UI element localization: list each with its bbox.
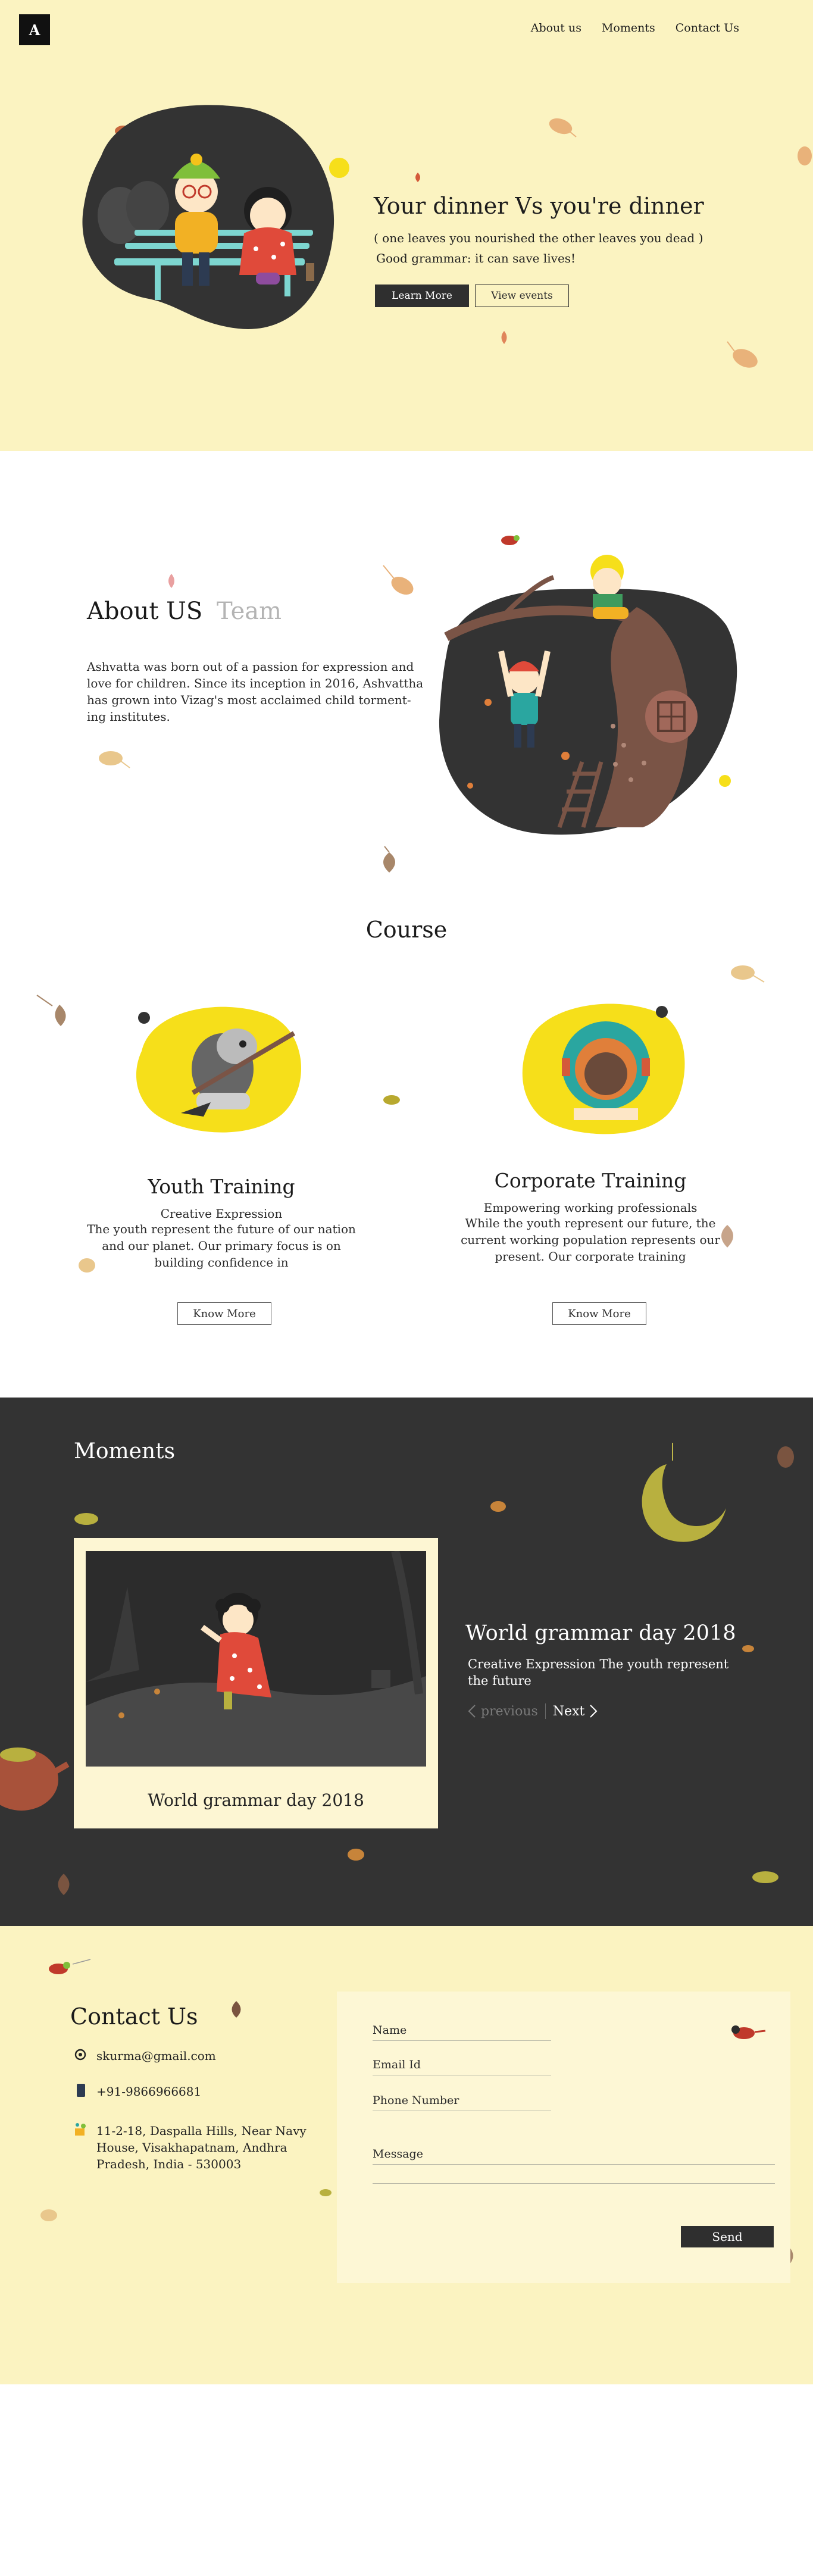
leaf-decoration bbox=[348, 1849, 364, 1861]
moment-card[interactable]: World grammar day 2018 bbox=[74, 1538, 438, 1828]
leaf-decoration bbox=[99, 751, 130, 768]
hero-subtitle: ( one leaves you nourished the other lea… bbox=[374, 231, 703, 245]
nav-about[interactable]: About us bbox=[531, 21, 581, 35]
message-field-line bbox=[373, 2183, 775, 2184]
leaf-decoration bbox=[168, 574, 174, 588]
leaf-decoration bbox=[731, 965, 765, 983]
leaf-decoration bbox=[727, 341, 758, 368]
course-card-title: Youth Training bbox=[148, 1175, 295, 1198]
leaf-decoration bbox=[742, 1645, 754, 1652]
moment-headline: World grammar day 2018 bbox=[465, 1621, 736, 1645]
leaf-decoration bbox=[752, 1871, 778, 1883]
at-icon bbox=[74, 2047, 87, 2062]
bird-decoration bbox=[731, 2025, 766, 2039]
course-card-subtitle: Creative Expression bbox=[160, 1206, 283, 1221]
location-icon bbox=[74, 2122, 87, 2137]
course-card-youth: Youth Training Creative Expression The y… bbox=[87, 1175, 356, 1271]
contact-email[interactable]: skurma@gmail.com bbox=[96, 2047, 216, 2064]
contact-section: Contact Us skurma@gmail.com +91-98669666… bbox=[0, 1926, 813, 2384]
about-illustration bbox=[439, 555, 737, 835]
moment-description: Creative Expression The youth represent … bbox=[468, 1657, 729, 1688]
contact-email-row: skurma@gmail.com bbox=[74, 2047, 216, 2064]
know-more-button-corporate[interactable]: Know More bbox=[552, 1302, 646, 1325]
teapot-decoration bbox=[0, 1747, 70, 1811]
main-nav: About us Moments Contact Us bbox=[531, 21, 739, 35]
bird-decoration bbox=[49, 1959, 91, 1974]
phone-field[interactable]: Phone Number bbox=[373, 2094, 551, 2111]
next-label: Next bbox=[552, 1703, 585, 1719]
hero-illustration bbox=[82, 105, 334, 329]
hero-section: A About us Moments Contact Us Your dinne… bbox=[0, 0, 813, 451]
message-field[interactable]: Message bbox=[373, 2147, 775, 2165]
leaf-decoration bbox=[40, 2209, 57, 2221]
leaf-decoration bbox=[58, 1874, 70, 1895]
previous-label: previous bbox=[481, 1703, 538, 1719]
moment-pagination: previous Next bbox=[468, 1703, 598, 1719]
leaf-decoration bbox=[383, 1095, 400, 1105]
contact-phone-row: +91-9866966681 bbox=[74, 2083, 201, 2100]
team-tab[interactable]: Team bbox=[217, 598, 282, 625]
leaf-decoration bbox=[232, 2001, 241, 2018]
nav-contact[interactable]: Contact Us bbox=[676, 21, 739, 35]
view-events-button[interactable]: View events bbox=[475, 285, 569, 307]
contact-address-row: 11-2-18, Daspalla Hills, Near Navy House… bbox=[74, 2122, 312, 2172]
course-title: Course bbox=[365, 917, 448, 943]
moment-caption: World grammar day 2018 bbox=[148, 1790, 364, 1810]
moments-title: Moments bbox=[74, 1439, 176, 1464]
hero-tagline: Good grammar: it can save lives! bbox=[376, 251, 576, 265]
corporate-training-illustration bbox=[522, 1003, 685, 1134]
name-field[interactable]: Name bbox=[373, 2024, 551, 2041]
hero-title: Your dinner Vs you're dinner bbox=[374, 193, 704, 219]
moment-image bbox=[86, 1551, 426, 1767]
about-heading[interactable]: About US bbox=[87, 598, 202, 625]
leaf-decoration bbox=[490, 1501, 506, 1512]
course-card-title: Corporate Training bbox=[494, 1169, 687, 1192]
pagination-divider bbox=[545, 1703, 546, 1719]
moments-section: Moments World grammar day 2018 World gra… bbox=[0, 1398, 813, 1926]
leaf-decoration bbox=[501, 331, 507, 344]
learn-more-button[interactable]: Learn More bbox=[375, 285, 469, 307]
contact-title: Contact Us bbox=[70, 2003, 198, 2030]
leaf-decoration bbox=[777, 1446, 794, 1468]
leaf-decoration bbox=[36, 995, 66, 1026]
course-card-description: The youth represent the future of our na… bbox=[87, 1222, 356, 1270]
contact-phone[interactable]: +91-9866966681 bbox=[96, 2083, 201, 2100]
course-card-corporate: Corporate Training Empowering working pr… bbox=[456, 1169, 725, 1265]
leaf-decoration bbox=[415, 173, 420, 182]
logo-letter: A bbox=[29, 21, 40, 39]
course-card-subtitle: Empowering working professionals bbox=[483, 1201, 698, 1215]
course-card-description: While the youth represent our future, th… bbox=[461, 1216, 720, 1264]
send-button[interactable]: Send bbox=[681, 2226, 774, 2247]
chevron-left-icon bbox=[468, 1705, 476, 1718]
previous-button[interactable]: previous bbox=[468, 1704, 538, 1719]
leaf-decoration bbox=[383, 565, 414, 595]
chevron-right-icon bbox=[590, 1705, 598, 1718]
email-field[interactable]: Email Id bbox=[373, 2058, 551, 2075]
youth-training-illustration bbox=[136, 1006, 302, 1133]
leaf-decoration bbox=[74, 1513, 98, 1525]
logo[interactable]: A bbox=[19, 14, 50, 45]
phone-icon bbox=[74, 2083, 87, 2097]
know-more-button-youth[interactable]: Know More bbox=[177, 1302, 271, 1325]
moon-decoration bbox=[642, 1443, 726, 1542]
leaf-decoration bbox=[320, 2189, 332, 2196]
contact-address: 11-2-18, Daspalla Hills, Near Navy House… bbox=[96, 2124, 307, 2171]
next-button[interactable]: Next bbox=[553, 1704, 598, 1719]
leaf-decoration bbox=[383, 846, 395, 873]
contact-form: Name Email Id Phone Number Message Send bbox=[337, 1992, 790, 2283]
leaf-decoration bbox=[549, 118, 577, 137]
about-text: Ashvatta was born out of a passion for e… bbox=[87, 659, 424, 724]
nav-moments[interactable]: Moments bbox=[602, 21, 655, 35]
leaf-decoration bbox=[798, 146, 812, 165]
